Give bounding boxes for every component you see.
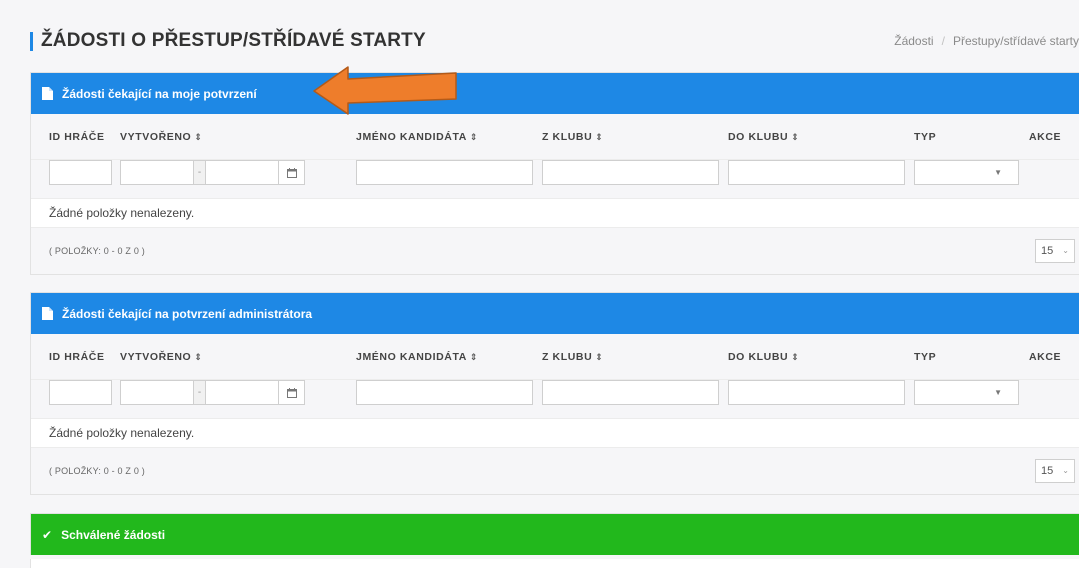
chevron-down-icon: ⌄ — [1062, 246, 1069, 255]
calendar-button[interactable] — [279, 160, 305, 185]
panel-header: ✔ Schválené žádosti — [31, 514, 1079, 555]
column-header-candidate-name[interactable]: JMÉNO KANDIDÁTA ⇕ — [356, 131, 478, 143]
player-id-filter-input[interactable] — [49, 160, 112, 185]
page-size-value: 15 — [1041, 245, 1054, 257]
to-club-filter-input[interactable] — [728, 160, 905, 185]
table-footer: ( POLOŽKY: 0 - 0 Z 0 ) 15 ⌄ — [31, 228, 1079, 274]
check-icon: ✔ — [42, 527, 53, 542]
document-icon — [42, 307, 53, 320]
page-size-value: 15 — [1041, 465, 1054, 477]
column-header-player-id: ID HRÁČE — [49, 351, 105, 363]
type-filter-select[interactable]: ▼ — [914, 380, 1019, 405]
panel-title: Žádosti čekající na potvrzení administrá… — [62, 306, 313, 321]
table-header-row: ID HRÁČE VYTVOŘENO ⇕ JMÉNO KANDIDÁTA ⇕ Z K… — [31, 114, 1079, 160]
empty-message: Žádné položky nenalezeny. — [31, 198, 1079, 228]
from-club-filter-input[interactable] — [542, 380, 719, 405]
column-header-created[interactable]: VYTVOŘENO ⇕ — [120, 351, 202, 363]
candidate-name-filter-input[interactable] — [356, 380, 533, 405]
sort-icon: ⇕ — [595, 352, 604, 362]
column-header-to-club[interactable]: DO KLUBU ⇕ — [728, 351, 799, 363]
page-header: ŽÁDOSTI O PŘESTUP/STŘÍDAVÉ STARTY Žádost… — [30, 26, 1079, 60]
chevron-down-icon: ▼ — [994, 168, 1002, 177]
items-count: ( POLOŽKY: 0 - 0 Z 0 ) — [49, 246, 145, 256]
page-size-select[interactable]: 15 ⌄ — [1035, 239, 1075, 263]
panel-awaiting-admin-confirmation: Žádosti čekající na potvrzení administrá… — [30, 292, 1079, 495]
page-size-select[interactable]: 15 ⌄ — [1035, 459, 1075, 483]
column-header-to-club[interactable]: DO KLUBU ⇕ — [728, 131, 799, 143]
column-header-player-id: ID HRÁČE — [49, 131, 105, 143]
title-accent-bar — [30, 32, 33, 51]
date-range-separator: - — [194, 380, 205, 405]
breadcrumb: Žádosti / Přestupy/střídavé starty — [894, 34, 1079, 48]
sort-icon: ⇕ — [194, 352, 203, 362]
items-count: ( POLOŽKY: 0 - 0 Z 0 ) — [49, 466, 145, 476]
created-to-date-input[interactable] — [205, 380, 279, 405]
sort-icon: ⇕ — [469, 352, 479, 362]
orange-arrow-annotation — [313, 66, 457, 115]
column-header-action: AKCE — [1029, 351, 1062, 363]
type-filter-select[interactable]: ▼ — [914, 160, 1019, 185]
sort-icon: ⇕ — [469, 132, 479, 142]
column-header-type: TYP — [914, 131, 937, 143]
chevron-down-icon: ⌄ — [1062, 466, 1069, 475]
breadcrumb-item-requests[interactable]: Žádosti — [894, 34, 933, 48]
document-icon — [42, 87, 53, 100]
candidate-name-filter-input[interactable] — [356, 160, 533, 185]
breadcrumb-separator: / — [941, 34, 945, 48]
column-header-from-club[interactable]: Z KLUBU ⇕ — [542, 351, 603, 363]
sort-icon: ⇕ — [791, 132, 800, 142]
created-from-date-input[interactable] — [120, 380, 194, 405]
column-header-type: TYP — [914, 351, 937, 363]
table-footer: ( POLOŽKY: 0 - 0 Z 0 ) 15 ⌄ — [31, 448, 1079, 494]
calendar-icon — [286, 167, 297, 178]
column-header-from-club[interactable]: Z KLUBU ⇕ — [542, 131, 603, 143]
panel-header: Žádosti čekající na moje potvrzení — [31, 73, 1079, 114]
from-club-filter-input[interactable] — [542, 160, 719, 185]
page-title: ŽÁDOSTI O PŘESTUP/STŘÍDAVÉ STARTY — [41, 30, 426, 51]
table-header-row: ID HRÁČE VYTVOŘENO ⇕ JMÉNO KANDIDÁTA ⇕ Z K… — [31, 334, 1079, 380]
column-header-candidate-name[interactable]: JMÉNO KANDIDÁTA ⇕ — [356, 351, 478, 363]
sort-icon: ⇕ — [595, 132, 604, 142]
created-to-date-input[interactable] — [205, 160, 279, 185]
filter-row: - ▼ — [31, 160, 1079, 198]
panel-body-edge — [30, 559, 1079, 568]
filter-row: - ▼ — [31, 380, 1079, 418]
panel-awaiting-my-confirmation: Žádosti čekající na moje potvrzení ID HR… — [30, 72, 1079, 275]
panel-header: Žádosti čekající na potvrzení administrá… — [31, 293, 1079, 334]
breadcrumb-item-transfers: Přestupy/střídavé starty — [952, 34, 1079, 48]
created-from-date-input[interactable] — [120, 160, 194, 185]
sort-icon: ⇕ — [194, 132, 203, 142]
panel-approved-requests: ✔ Schválené žádosti — [30, 513, 1079, 555]
chevron-down-icon: ▼ — [994, 388, 1002, 397]
to-club-filter-input[interactable] — [728, 380, 905, 405]
column-header-action: AKCE — [1029, 131, 1062, 143]
date-range-separator: - — [194, 160, 205, 185]
calendar-icon — [286, 387, 297, 398]
calendar-button[interactable] — [279, 380, 305, 405]
empty-message: Žádné položky nenalezeny. — [31, 418, 1079, 448]
column-header-created[interactable]: VYTVOŘENO ⇕ — [120, 131, 202, 143]
panel-title: Žádosti čekající na moje potvrzení — [62, 86, 257, 101]
player-id-filter-input[interactable] — [49, 380, 112, 405]
sort-icon: ⇕ — [791, 352, 800, 362]
panel-title: Schválené žádosti — [61, 527, 166, 542]
